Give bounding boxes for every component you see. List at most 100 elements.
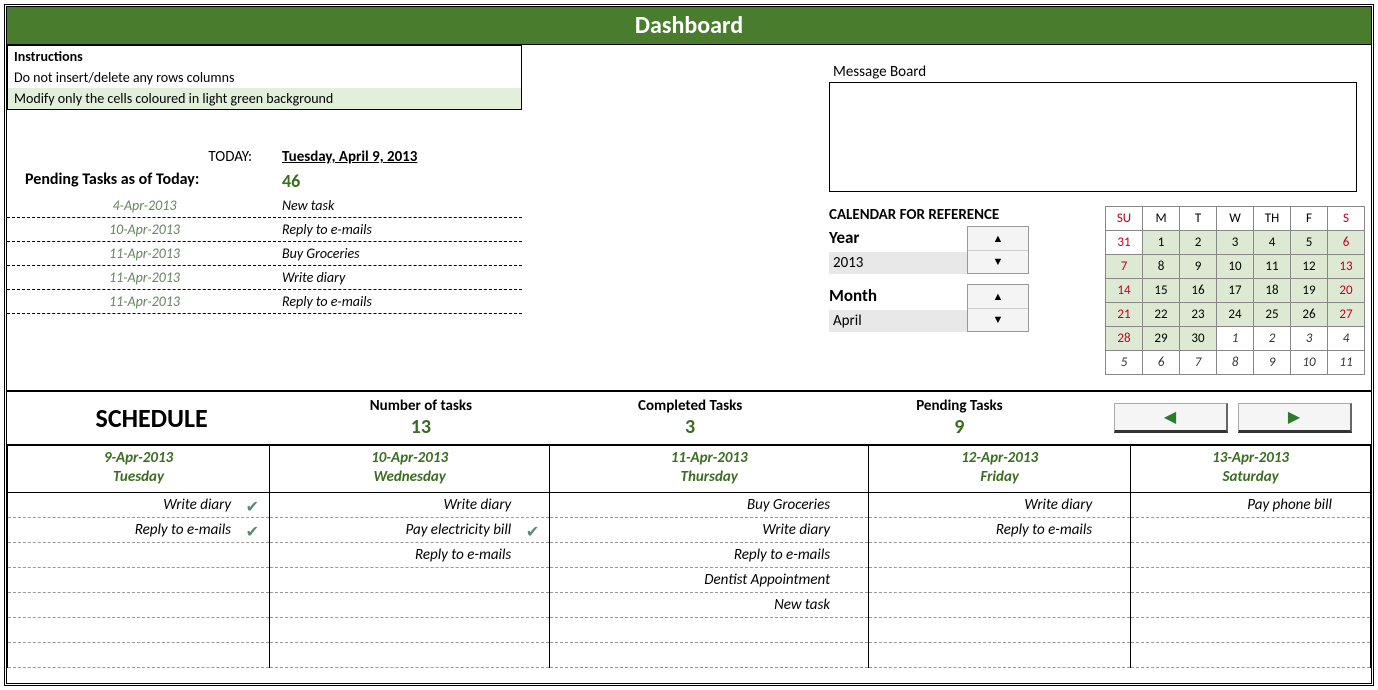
schedule-cell[interactable]	[8, 567, 270, 592]
cal-header: SU	[1106, 207, 1143, 231]
cal-day[interactable]: 2	[1180, 231, 1217, 255]
schedule-date: 9-Apr-2013	[104, 449, 173, 467]
schedule-cell[interactable]	[1131, 542, 1371, 567]
schedule-cell[interactable]	[1131, 617, 1371, 642]
schedule-cell[interactable]	[1131, 567, 1371, 592]
cal-day[interactable]: 25	[1254, 303, 1291, 327]
year-down-icon[interactable]: ▼	[968, 251, 1028, 274]
schedule-cell[interactable]	[869, 592, 1131, 617]
schedule-cell[interactable]	[8, 617, 270, 642]
pending-task-date: 10-Apr-2013	[7, 221, 282, 238]
schedule-cell[interactable]	[8, 542, 270, 567]
next-button[interactable]: ▶	[1238, 403, 1352, 433]
cal-day[interactable]: 7	[1180, 351, 1217, 375]
schedule-cell[interactable]: New task	[550, 592, 869, 617]
schedule-cell[interactable]	[270, 567, 550, 592]
year-value[interactable]: 2013	[829, 252, 971, 274]
schedule-cell[interactable]	[270, 617, 550, 642]
schedule-cell[interactable]	[8, 592, 270, 617]
cal-day[interactable]: 21	[1106, 303, 1143, 327]
month-value[interactable]: April	[829, 310, 971, 332]
schedule-cell[interactable]: Write diary	[869, 492, 1131, 517]
schedule-cell[interactable]	[869, 542, 1131, 567]
cal-day[interactable]: 2	[1254, 327, 1291, 351]
calendar-controls: CALENDAR FOR REFERENCE Year 2013 ▲ ▼	[829, 206, 1099, 375]
cal-day[interactable]: 3	[1291, 327, 1328, 351]
pending-row: Pending Tasks as of Today: 46	[7, 170, 522, 192]
message-board-box[interactable]	[829, 82, 1357, 192]
cal-day[interactable]: 5	[1106, 351, 1143, 375]
cal-day[interactable]: 16	[1180, 279, 1217, 303]
cal-day[interactable]: 9	[1254, 351, 1291, 375]
cal-day[interactable]: 19	[1291, 279, 1328, 303]
schedule-cell[interactable]: Write diary	[550, 517, 869, 542]
cal-day[interactable]: 4	[1254, 231, 1291, 255]
schedule-cell[interactable]	[869, 617, 1131, 642]
cal-day[interactable]: 15	[1143, 279, 1180, 303]
cal-day[interactable]: 9	[1180, 255, 1217, 279]
year-spinner[interactable]: ▲ ▼	[967, 226, 1029, 274]
month-up-icon[interactable]: ▲	[968, 285, 1028, 309]
schedule-cell[interactable]: Pay phone bill	[1131, 492, 1371, 517]
schedule-cell[interactable]: Write diary✔	[8, 492, 270, 517]
cal-day[interactable]: 10	[1291, 351, 1328, 375]
mini-calendar: SUMTWTHFS3112345678910111213141516171819…	[1105, 206, 1365, 375]
cal-day[interactable]: 22	[1143, 303, 1180, 327]
schedule-cell[interactable]	[1131, 592, 1371, 617]
cal-day[interactable]: 17	[1217, 279, 1254, 303]
schedule-cell[interactable]	[869, 642, 1131, 667]
cal-day[interactable]: 1	[1143, 231, 1180, 255]
cal-day[interactable]: 23	[1180, 303, 1217, 327]
prev-button[interactable]: ◀	[1114, 403, 1228, 433]
cal-day[interactable]: 7	[1106, 255, 1143, 279]
schedule-cell[interactable]: Pay electricity bill✔	[270, 517, 550, 542]
cal-day[interactable]: 13	[1328, 255, 1365, 279]
schedule-cell[interactable]	[1131, 517, 1371, 542]
cal-day[interactable]: 6	[1143, 351, 1180, 375]
cal-day[interactable]: 11	[1254, 255, 1291, 279]
schedule-cell[interactable]: Reply to e-mails	[869, 517, 1131, 542]
cal-header: F	[1291, 207, 1328, 231]
cal-day[interactable]: 14	[1106, 279, 1143, 303]
schedule-table: 9-Apr-2013Tuesday10-Apr-2013Wednesday11-…	[7, 444, 1371, 668]
month-down-icon[interactable]: ▼	[968, 309, 1028, 332]
cal-day[interactable]: 18	[1254, 279, 1291, 303]
schedule-cell[interactable]	[550, 617, 869, 642]
cal-day[interactable]: 27	[1328, 303, 1365, 327]
cal-day[interactable]: 1	[1217, 327, 1254, 351]
cal-day[interactable]: 30	[1180, 327, 1217, 351]
cal-day[interactable]: 8	[1143, 255, 1180, 279]
cal-day[interactable]: 6	[1328, 231, 1365, 255]
schedule-cell[interactable]: Reply to e-mails✔	[8, 517, 270, 542]
cal-day[interactable]: 10	[1217, 255, 1254, 279]
cal-day[interactable]: 12	[1291, 255, 1328, 279]
schedule-cell[interactable]	[1131, 642, 1371, 667]
schedule-day-header: 12-Apr-2013Friday	[869, 445, 1131, 492]
cal-day[interactable]: 31	[1106, 231, 1143, 255]
schedule-cell[interactable]	[270, 642, 550, 667]
schedule-cell[interactable]: Buy Groceries	[550, 492, 869, 517]
cal-day[interactable]: 11	[1328, 351, 1365, 375]
schedule-cell[interactable]	[550, 642, 869, 667]
schedule-date: 10-Apr-2013	[371, 449, 448, 467]
cal-day[interactable]: 29	[1143, 327, 1180, 351]
schedule-cell[interactable]: Reply to e-mails	[270, 542, 550, 567]
cal-day[interactable]: 3	[1217, 231, 1254, 255]
cal-header: M	[1143, 207, 1180, 231]
month-spinner[interactable]: ▲ ▼	[967, 284, 1029, 332]
cal-day[interactable]: 26	[1291, 303, 1328, 327]
schedule-cell[interactable]: Reply to e-mails	[550, 542, 869, 567]
cal-day[interactable]: 8	[1217, 351, 1254, 375]
schedule-cell[interactable]	[869, 567, 1131, 592]
schedule-cell[interactable]	[8, 642, 270, 667]
cal-day[interactable]: 24	[1217, 303, 1254, 327]
schedule-cell[interactable]	[270, 592, 550, 617]
cal-day[interactable]: 20	[1328, 279, 1365, 303]
cal-day[interactable]: 5	[1291, 231, 1328, 255]
pending-task-date: 11-Apr-2013	[7, 245, 282, 262]
cal-day[interactable]: 4	[1328, 327, 1365, 351]
year-up-icon[interactable]: ▲	[968, 227, 1028, 251]
schedule-cell[interactable]: Write diary	[270, 492, 550, 517]
cal-day[interactable]: 28	[1106, 327, 1143, 351]
schedule-cell[interactable]: Dentist Appointment	[550, 567, 869, 592]
